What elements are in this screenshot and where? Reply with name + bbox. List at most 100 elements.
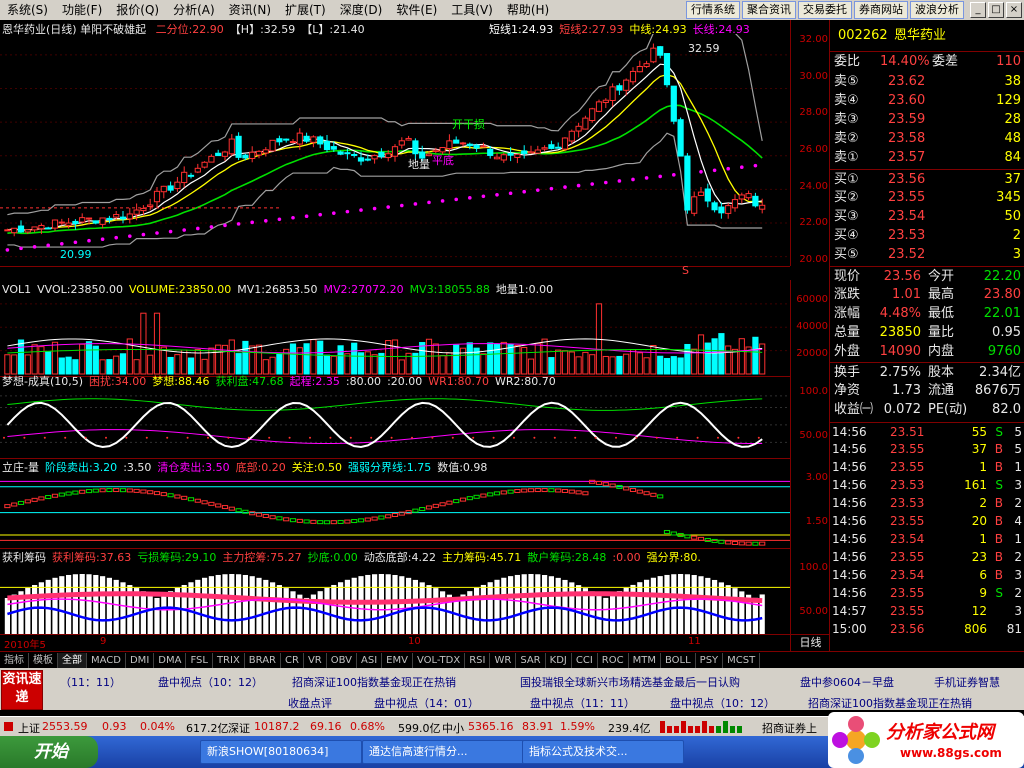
tick-direction: B <box>994 496 1003 510</box>
chip-bar <box>501 577 507 634</box>
lizhuang-box <box>466 496 473 501</box>
news-link[interactable]: 盘中视点（10：12） <box>670 695 775 711</box>
chip-panel[interactable]: 获利筹码 获利筹码:37.63 亏损筹码:29.10 主力控筹:75.27 抄底:0.0… <box>0 548 790 634</box>
pingdi-label: 平底 <box>432 154 454 167</box>
indicator-tab[interactable]: FSL <box>186 653 213 669</box>
news-link[interactable]: 盘中视点（14：01） <box>374 695 479 711</box>
volume-panel[interactable]: VOL1 VVOL:23850.00 VOLUME:23850.00 MV1:2685… <box>0 280 790 377</box>
taskbar-task[interactable]: 通达信高速行情分... <box>362 740 524 764</box>
indicator-tab[interactable]: VOL-TDX <box>413 653 466 669</box>
lizhuang-chart[interactable] <box>0 472 790 548</box>
indicator-tab[interactable]: DMA <box>154 653 187 669</box>
news-link[interactable]: 盘中参0604－早盘 <box>800 674 894 690</box>
indicator-tab[interactable]: OBV <box>327 653 357 669</box>
volume-chart[interactable] <box>0 294 790 376</box>
period-label[interactable]: 日线 <box>790 634 830 651</box>
close-icon[interactable]: × <box>1006 2 1022 18</box>
sell-signal-mark: S <box>682 264 689 277</box>
news-link[interactable]: （11：11） <box>60 674 121 690</box>
ask-row[interactable]: 卖② 23.58 48 <box>830 129 1024 148</box>
lizhuang-panel[interactable]: 立庄-量 阶段卖出:3.20:3.50 清仓卖出:3.50 底部:0.20 关注:0.5… <box>0 458 790 549</box>
chart-area[interactable]: 恩华药业(日线) 单阳不破雄起 二分位:22.90 【H】:32.59 【L】:21… <box>0 20 830 651</box>
news-logo[interactable]: 资讯速递 <box>1 670 43 710</box>
bid-row[interactable]: 买② 23.55 345 <box>830 188 1024 207</box>
indicator-tab[interactable]: WR <box>490 653 517 669</box>
menu-item[interactable]: 帮助(H) <box>500 0 556 20</box>
ask-row[interactable]: 卖④ 23.60 129 <box>830 91 1024 110</box>
tick-time: 14:56 <box>832 496 867 510</box>
menu-item[interactable]: 深度(D) <box>333 0 390 20</box>
candle-body <box>398 140 405 146</box>
indicator-tab[interactable]: DMI <box>126 653 155 669</box>
stat-value: 0.072 <box>883 402 921 417</box>
menu-item[interactable]: 工具(V) <box>444 0 500 20</box>
indicator-tab[interactable]: EMV <box>382 653 413 669</box>
tick-row: 14:56 23.53 2 B 2 <box>830 494 1024 512</box>
news-link[interactable]: 收盘点评 <box>288 695 332 711</box>
taskbar-task[interactable]: 新浪SHOW[80180634] <box>200 740 362 764</box>
indicator-tab[interactable]: ROC <box>598 653 629 669</box>
candle-body <box>201 161 208 168</box>
candle-body <box>208 155 215 163</box>
volume-bar <box>534 342 541 375</box>
ask-row[interactable]: 卖① 23.57 84 <box>830 148 1024 167</box>
menu-item[interactable]: 分析(A) <box>166 0 222 20</box>
news-link[interactable]: 盘中视点（10：12） <box>158 674 263 690</box>
menu-item[interactable]: 功能(F) <box>55 0 109 20</box>
indicator-tab[interactable]: MCST <box>723 653 761 669</box>
indicator-tab[interactable]: BRAR <box>245 653 281 669</box>
indicator-tab[interactable]: CR <box>281 653 304 669</box>
news-link[interactable]: 招商深证100指数基金现正在热销 <box>292 674 456 690</box>
toolbar-button[interactable]: 聚合资讯 <box>742 1 796 19</box>
bid-row[interactable]: 买① 23.56 37 <box>830 169 1024 189</box>
bid-row[interactable]: 买④ 23.53 2 <box>830 226 1024 245</box>
indicator-tab[interactable]: PSY <box>696 653 724 669</box>
menu-item[interactable]: 资讯(N) <box>222 0 278 20</box>
minimize-icon[interactable]: _ <box>970 2 986 18</box>
news-link[interactable]: 手机证券智慧 <box>934 674 1000 690</box>
indicator-tab[interactable]: CCI <box>572 653 598 669</box>
news-link[interactable]: 国投瑞银全球新兴市场精选基金最后一日认购 <box>520 674 740 690</box>
menu-item[interactable]: 软件(E) <box>389 0 444 20</box>
indicator-tab[interactable]: MTM <box>629 653 661 669</box>
candle-body <box>500 154 507 161</box>
toolbar-button[interactable]: 券商网站 <box>854 1 908 19</box>
indicator-tab[interactable]: KDJ <box>546 653 572 669</box>
toolbar-button[interactable]: 行情系统 <box>686 1 740 19</box>
news-link[interactable]: 招商深证100指数基金现正在热销 <box>808 695 972 711</box>
bid-row[interactable]: 买③ 23.54 50 <box>830 207 1024 226</box>
tick-direction: B <box>994 550 1003 564</box>
indicator-tab[interactable]: SAR <box>516 653 546 669</box>
menu-item[interactable]: 扩展(T) <box>278 0 333 20</box>
bid-row[interactable]: 买⑤ 23.52 3 <box>830 245 1024 264</box>
indicator-tab[interactable]: 全部 <box>58 653 87 669</box>
chip-chart[interactable] <box>0 562 790 634</box>
dream-panel[interactable]: 梦想-成真(10,5) 困扰:34.00 梦想:88.46 获利盘:47.68 起程:2… <box>0 372 790 459</box>
lizhuang-box <box>718 539 725 544</box>
menu-item[interactable]: 报价(Q) <box>109 0 166 20</box>
ask-row[interactable]: 卖③ 23.59 28 <box>830 110 1024 129</box>
indicator-tab[interactable]: TRIX <box>213 653 245 669</box>
maximize-icon[interactable]: □ <box>988 2 1004 18</box>
news-link[interactable]: 盘中视点（11：11） <box>530 695 635 711</box>
lizhuang-box <box>317 520 324 525</box>
toolbar-button[interactable]: 波浪分析 <box>910 1 964 19</box>
ask-row[interactable]: 卖⑤ 23.62 38 <box>830 72 1024 91</box>
trend-dot <box>100 237 105 241</box>
lizhuang-box <box>364 517 371 522</box>
indicator-tab[interactable]: RSI <box>465 653 491 669</box>
indicator-tab[interactable]: 指标 <box>0 653 29 669</box>
indicator-tab[interactable]: BOLL <box>661 653 696 669</box>
toolbar-button[interactable]: 交易委托 <box>798 1 852 19</box>
tick-price: 23.53 <box>890 478 925 492</box>
indicator-tab[interactable]: VR <box>304 653 327 669</box>
start-button[interactable]: 开始 <box>0 736 98 768</box>
dream-chart[interactable] <box>0 386 790 458</box>
kline-chart[interactable] <box>0 34 790 266</box>
indicator-tab[interactable]: ASI <box>357 653 383 669</box>
menu-item[interactable]: 系统(S) <box>0 0 55 20</box>
indicator-tab[interactable]: MACD <box>87 653 126 669</box>
kline-panel[interactable]: 恩华药业(日线) 单阳不破雄起 二分位:22.90 【H】:32.59 【L】:21… <box>0 20 790 277</box>
indicator-tab[interactable]: 模板 <box>29 653 58 669</box>
taskbar-task[interactable]: 指标公式及技术交... <box>522 740 684 764</box>
